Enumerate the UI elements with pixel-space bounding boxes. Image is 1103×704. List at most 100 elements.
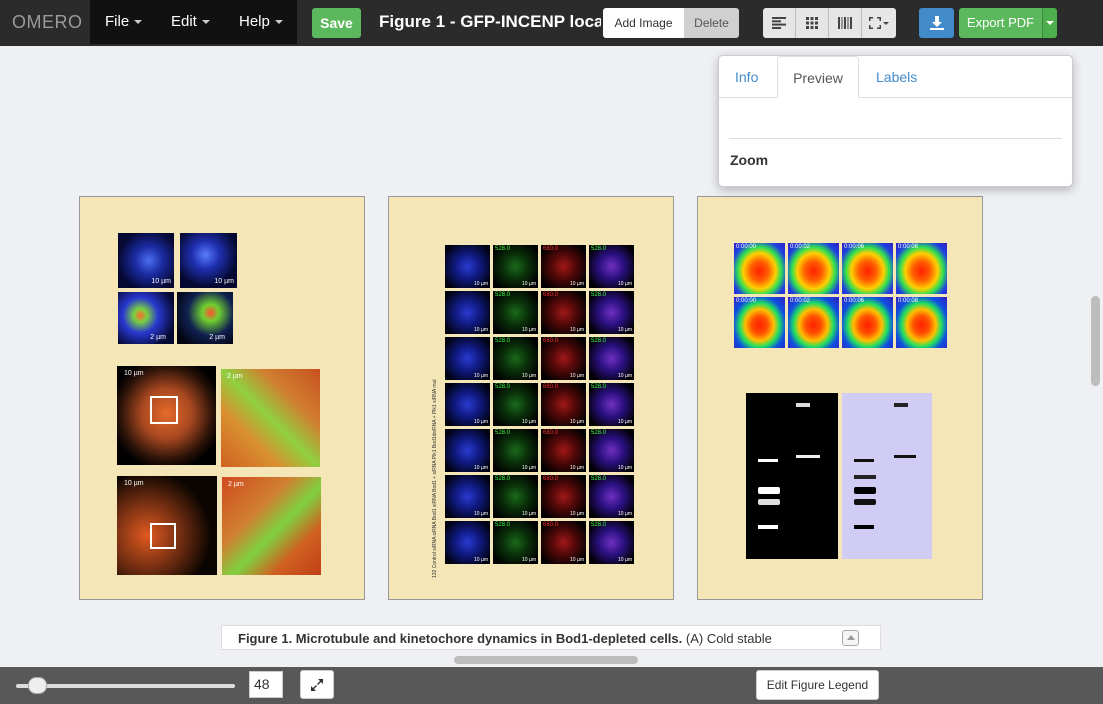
zoom-slider-track[interactable]: [16, 684, 235, 688]
heatmap-panel[interactable]: 0:00:08: [896, 243, 947, 294]
align-left-button[interactable]: [763, 8, 796, 38]
scale-bar-label: 10 µm: [570, 281, 584, 287]
image-panel[interactable]: 10 µm: [445, 337, 490, 380]
image-panel[interactable]: 528.0 10 µm: [493, 291, 538, 334]
heatmap-panel[interactable]: 0:00:00: [734, 243, 785, 294]
image-panel[interactable]: 528.0 10 µm: [589, 429, 634, 472]
image-panel[interactable]: 680.0 10 µm: [541, 521, 586, 564]
figure-page-3[interactable]: 0:00:00 0:00:02 0:00:06 0:00:08 0:00:00 0:00:…: [697, 196, 983, 600]
image-panel[interactable]: 2 µm: [177, 292, 233, 344]
zoom-input[interactable]: 48: [249, 671, 283, 698]
channel-label: 528.0: [495, 384, 511, 390]
image-panel[interactable]: 10 µm: [117, 366, 216, 465]
channel-label: 528.0: [591, 246, 607, 252]
caret-down-icon: [134, 20, 143, 25]
image-panel[interactable]: 528.0 10 µm: [589, 291, 634, 334]
image-panel[interactable]: 680.0 10 µm: [541, 429, 586, 472]
fullscreen-button[interactable]: [862, 8, 896, 38]
download-button[interactable]: [919, 8, 954, 38]
image-grid: 10 µm 528.0 10 µm 680.0 10 µm 528.0 10 µm 10 µm…: [445, 245, 635, 567]
channel-label: 680.0: [543, 292, 559, 298]
barcode-icon: [838, 17, 852, 29]
add-image-button[interactable]: Add Image: [603, 8, 684, 38]
image-panel[interactable]: 680.0 10 µm: [541, 291, 586, 334]
image-panel[interactable]: 528.0 10 µm: [493, 383, 538, 426]
image-panel[interactable]: 528.0 10 µm: [493, 475, 538, 518]
horizontal-scrollbar[interactable]: [454, 656, 638, 664]
export-options-dropdown[interactable]: [1042, 8, 1057, 38]
scale-bar-label: 10 µm: [474, 557, 488, 563]
image-panel[interactable]: 680.0 10 µm: [541, 245, 586, 288]
image-panel[interactable]: 10 µm: [118, 233, 174, 288]
collapse-legend-button[interactable]: [842, 630, 859, 646]
scale-bar-label: 10 µm: [522, 511, 536, 517]
zoom-to-fit-button[interactable]: [300, 670, 334, 699]
image-panel[interactable]: 10 µm: [445, 291, 490, 334]
scale-bar-label: 10 µm: [618, 327, 632, 333]
zoom-slider-handle[interactable]: [28, 677, 47, 694]
save-button[interactable]: Save: [312, 8, 361, 38]
heatmap-panel[interactable]: 0:00:02: [788, 243, 839, 294]
image-panel[interactable]: 10 µm: [445, 245, 490, 288]
distribute-button[interactable]: [829, 8, 862, 38]
western-blot-panel[interactable]: [842, 393, 932, 559]
scale-bar-label: 10 µm: [618, 465, 632, 471]
figure-title[interactable]: Figure 1 - GFP-INCENP localisation: [379, 12, 601, 32]
image-panel[interactable]: 10 µm: [180, 233, 237, 288]
image-panel[interactable]: 10 µm: [117, 476, 217, 575]
image-panel[interactable]: 2 µm: [222, 477, 321, 575]
delete-button[interactable]: Delete: [684, 8, 739, 38]
help-menu[interactable]: Help: [239, 13, 283, 30]
edit-menu[interactable]: Edit: [171, 13, 210, 30]
fullscreen-icon: [869, 17, 889, 29]
grid-button[interactable]: [796, 8, 829, 38]
scale-bar-label: 10 µm: [522, 373, 536, 379]
heatmap-panel[interactable]: 0:00:08: [896, 297, 947, 348]
image-panel[interactable]: 528.0 10 µm: [493, 245, 538, 288]
heatmap-panel[interactable]: 0:00:00: [734, 297, 785, 348]
file-menu[interactable]: File: [105, 13, 143, 30]
image-panel[interactable]: 528.0 10 µm: [589, 383, 634, 426]
timestamp-label: 0:00:06: [844, 298, 865, 304]
image-panel[interactable]: 528.0 10 µm: [589, 475, 634, 518]
scale-bar-label: 10 µm: [570, 511, 584, 517]
image-panel[interactable]: 10 µm: [445, 383, 490, 426]
image-panel[interactable]: 680.0 10 µm: [541, 383, 586, 426]
image-panel[interactable]: 2 µm: [221, 369, 320, 467]
image-panel[interactable]: 528.0 10 µm: [589, 521, 634, 564]
figure-page-1[interactable]: 10 µm 10 µm 2 µm 2 µm 10 µm 2 µm 10 µm 2…: [79, 196, 365, 600]
figure-page-2[interactable]: 132 Control siRNA siRNA Bod1 siRNA Bod1 …: [388, 196, 674, 600]
image-panel[interactable]: 10 µm: [445, 475, 490, 518]
figure-legend[interactable]: Figure 1. Microtubule and kinetochore dy…: [221, 625, 881, 650]
image-panel[interactable]: 10 µm: [445, 429, 490, 472]
image-panel[interactable]: 680.0 10 µm: [541, 475, 586, 518]
tab-labels[interactable]: Labels: [876, 56, 917, 98]
image-panel[interactable]: 528.0 10 µm: [589, 337, 634, 380]
row-labels-vertical: 132 Control siRNA siRNA Bod1 siRNA Bod1 …: [432, 379, 438, 578]
heatmap-panel[interactable]: 0:00:02: [788, 297, 839, 348]
timestamp-label: 0:00:00: [736, 298, 757, 304]
image-panel[interactable]: 528.0 10 µm: [493, 521, 538, 564]
tab-info[interactable]: Info: [735, 56, 758, 98]
image-panel[interactable]: 680.0 10 µm: [541, 337, 586, 380]
scale-bar-label: 10 µm: [570, 465, 584, 471]
image-panel[interactable]: 528.0 10 µm: [589, 245, 634, 288]
image-panel[interactable]: 10 µm: [445, 521, 490, 564]
vertical-scrollbar[interactable]: [1091, 296, 1100, 386]
image-panel[interactable]: 528.0 10 µm: [493, 337, 538, 380]
scale-bar-label: 10 µm: [570, 557, 584, 563]
export-pdf-button[interactable]: Export PDF: [959, 8, 1042, 38]
app-brand: OMERO: [12, 12, 83, 32]
grid-icon: [806, 17, 818, 29]
western-blot-panel[interactable]: [746, 393, 838, 559]
scale-bar-label: 10 µm: [522, 281, 536, 287]
top-toolbar: OMERO File Edit Help Save Figure 1 - GFP…: [0, 0, 1103, 46]
scale-bar-label: 10 µm: [618, 557, 632, 563]
tab-preview[interactable]: Preview: [777, 56, 859, 98]
scale-bar-label: 10 µm: [618, 281, 632, 287]
image-panel[interactable]: 528.0 10 µm: [493, 429, 538, 472]
heatmap-panel[interactable]: 0:00:06: [842, 297, 893, 348]
heatmap-panel[interactable]: 0:00:06: [842, 243, 893, 294]
edit-figure-legend-button[interactable]: Edit Figure Legend: [756, 670, 879, 700]
image-panel[interactable]: 2 µm: [118, 292, 174, 344]
